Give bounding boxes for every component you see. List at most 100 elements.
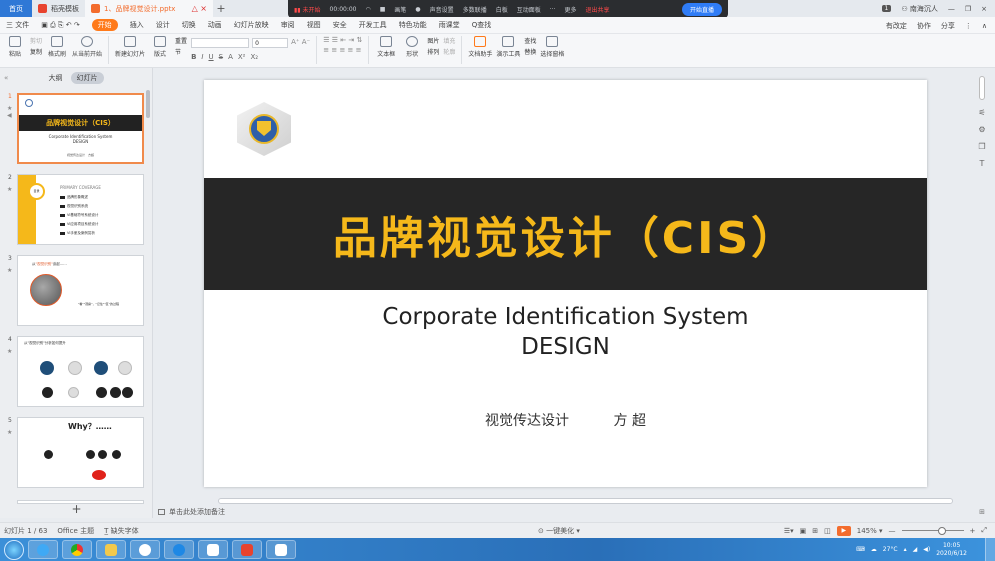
taskbar-app-6[interactable]	[198, 540, 228, 559]
section-button[interactable]: 节	[175, 47, 187, 56]
tray-expand-icon[interactable]: ▴	[904, 546, 907, 553]
find-button[interactable]: 查找	[524, 36, 536, 45]
tab-presentation[interactable]: 1、品牌视觉设计.pptx △ ×	[85, 0, 213, 17]
quick-access-icons[interactable]: ▣ ⎙ ⎘ ↶ ↷	[41, 21, 79, 30]
arrange-button[interactable]: 排列	[427, 47, 439, 56]
menu-transition[interactable]: 切换	[182, 20, 196, 30]
menu-developer[interactable]: 开发工具	[359, 20, 387, 30]
camera-icon[interactable]: ■	[380, 6, 386, 13]
horizontal-scrollbar[interactable]	[218, 498, 953, 504]
taskbar-explorer[interactable]	[96, 540, 126, 559]
volume-icon[interactable]: ◀)	[923, 546, 930, 553]
pen-button[interactable]: 画笔	[394, 5, 406, 14]
paste-button[interactable]: 粘贴	[4, 36, 26, 58]
picture-button[interactable]: 图片	[427, 36, 439, 45]
textbox-button[interactable]: 文本框	[375, 36, 397, 58]
more-button[interactable]: 更多	[564, 5, 576, 14]
outline-button[interactable]: 轮廓	[443, 47, 455, 56]
font-name-select[interactable]	[191, 38, 250, 48]
share-button[interactable]: 分享	[941, 21, 955, 31]
network-icon[interactable]: ◢	[913, 546, 918, 553]
zoom-level[interactable]: 145% ▾	[857, 527, 883, 535]
menu-insert[interactable]: 插入	[130, 20, 144, 30]
menu-design[interactable]: 设计	[156, 20, 170, 30]
grid-icon[interactable]: ⊞	[979, 508, 985, 516]
strikethrough-icon[interactable]: S	[219, 53, 223, 61]
sorter-view-icon[interactable]: ⊞	[812, 527, 818, 535]
cut-button[interactable]: 剪切	[30, 36, 42, 45]
underline-icon[interactable]: U	[208, 53, 213, 61]
slide-thumbnail-4[interactable]: 从"视觉识别"分析如何提升	[17, 336, 144, 407]
taskbar-chrome[interactable]	[62, 540, 92, 559]
more-icon[interactable]: ···	[550, 6, 556, 13]
close-window-icon[interactable]: ×	[981, 5, 987, 13]
doc-helper-button[interactable]: 文档助手	[468, 36, 492, 58]
slide-thumbnail-1[interactable]: 品牌视觉设计（CIS） Corporate Identification Sys…	[17, 93, 144, 164]
more-menu-icon[interactable]: ⋮	[965, 22, 972, 30]
unsaved-status[interactable]: 有改定	[886, 21, 907, 31]
menu-review[interactable]: 审阅	[281, 20, 295, 30]
show-desktop-button[interactable]	[985, 538, 995, 561]
interaction-panel-button[interactable]: 互动面板	[517, 5, 541, 14]
zoom-in-icon[interactable]: +	[970, 527, 976, 535]
style-icon[interactable]: ⚙	[978, 125, 985, 134]
start-button[interactable]	[4, 539, 24, 560]
tab-outline[interactable]: 大纲	[49, 73, 63, 83]
mic-icon[interactable]: ●	[415, 6, 420, 13]
minimize-icon[interactable]: —	[948, 5, 955, 13]
menu-file[interactable]: 三 文件	[6, 20, 29, 30]
tab-slides[interactable]: 幻灯片	[70, 72, 104, 84]
notification-badge[interactable]: 1	[881, 5, 892, 12]
slide-thumbnail-5[interactable]: Why？……	[17, 417, 144, 488]
select-pane-button[interactable]: 选择窗格	[540, 36, 564, 58]
tab-home[interactable]: 首页	[0, 0, 32, 17]
font-grow-icon[interactable]: A⁺ A⁻	[291, 38, 310, 48]
font-size-select[interactable]: 0	[252, 38, 289, 48]
shape-button[interactable]: 形状	[401, 36, 423, 58]
slide-thumbnail-2[interactable]: 目录 PRIMARY COVERAGE 品牌形象概述 视觉识别系统 VI基础符号…	[17, 174, 144, 245]
slide-title[interactable]: 品牌视觉设计（CIS）	[333, 202, 798, 266]
tab-docer[interactable]: 稻壳模板	[32, 0, 85, 17]
notes-toggle-icon[interactable]: ☰▾	[784, 527, 794, 535]
clock[interactable]: 10:05 2020/6/12	[936, 542, 967, 558]
italic-icon[interactable]: I	[201, 53, 203, 61]
slide-subtitle[interactable]: Corporate Identification System DESIGN	[204, 302, 927, 362]
format-painter-button[interactable]: 格式刷	[46, 36, 68, 58]
menu-rain-classroom[interactable]: 雨课堂	[439, 20, 460, 30]
beautify-button[interactable]: ⊙ 一键美化 ▾	[538, 526, 580, 536]
superscript-icon[interactable]: X²	[238, 53, 246, 61]
normal-view-icon[interactable]: ▣	[800, 527, 807, 535]
user-name[interactable]: ⚇ 南海沉人	[901, 4, 938, 14]
collapse-ribbon-icon[interactable]: ∧	[982, 22, 987, 30]
taskbar-app-8[interactable]	[266, 540, 296, 559]
font-color-icon[interactable]: A	[228, 53, 233, 61]
sound-settings-button[interactable]: 声音设置	[430, 5, 454, 14]
bold-icon[interactable]: B	[191, 53, 196, 61]
copy-icon[interactable]: ❐	[978, 142, 985, 151]
menu-search[interactable]: Q查找	[472, 20, 492, 30]
replace-button[interactable]: 替换	[524, 47, 536, 56]
restore-icon[interactable]: ❐	[965, 5, 971, 13]
copy-button[interactable]: 复制	[30, 47, 42, 56]
taskbar-ie-2[interactable]	[164, 540, 194, 559]
reset-button[interactable]: 重置	[175, 36, 187, 45]
exit-share-button[interactable]: 退出共享	[585, 5, 609, 14]
collaborate-button[interactable]: 协作	[917, 21, 931, 31]
record-status[interactable]: ▮▮ 未开始	[294, 5, 321, 14]
keyboard-icon[interactable]: ⌨	[856, 546, 865, 553]
slide-thumbnail-3[interactable]: 从"视觉识别"谈起…… "看""观察"，"记住""区"的过程	[17, 255, 144, 326]
menu-view[interactable]: 视图	[307, 20, 321, 30]
slide-1[interactable]: 品牌视觉设计（CIS） Corporate Identification Sys…	[204, 80, 927, 487]
notes-pane[interactable]: 单击此处添加备注 ⊞	[153, 505, 985, 519]
layout-button[interactable]: 版式	[149, 36, 171, 58]
menu-animation[interactable]: 动画	[208, 20, 222, 30]
taskbar-wps[interactable]	[232, 540, 262, 559]
menu-security[interactable]: 安全	[333, 20, 347, 30]
zoom-out-icon[interactable]: —	[889, 527, 896, 535]
present-tools-button[interactable]: 演示工具	[496, 36, 520, 58]
weather-icon[interactable]: ☁	[871, 546, 877, 553]
taskbar-app-4[interactable]	[130, 540, 160, 559]
missing-font-button[interactable]: T̲ 缺失字体	[104, 526, 139, 536]
slide-footer[interactable]: 视觉传达设计 方 超	[204, 410, 927, 430]
menu-start[interactable]: 开始	[91, 19, 118, 31]
